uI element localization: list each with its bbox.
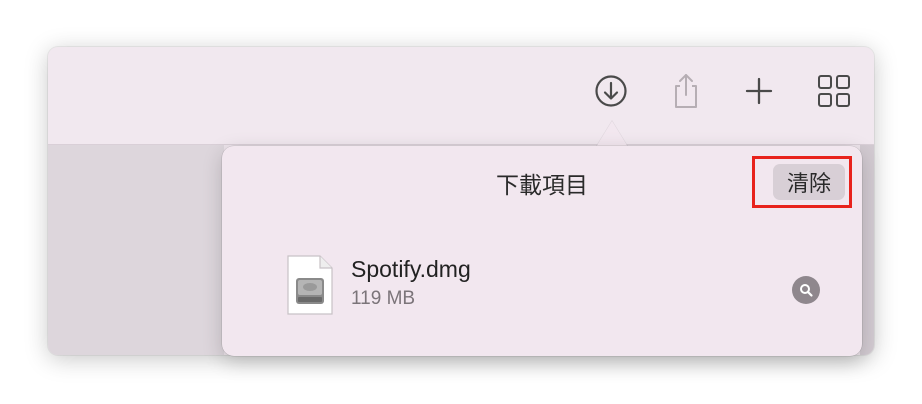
download-file-name: Spotify.dmg bbox=[351, 256, 471, 282]
download-icon bbox=[595, 75, 627, 107]
tab-overview-button[interactable] bbox=[814, 71, 854, 111]
scrollbar[interactable] bbox=[860, 145, 874, 355]
plus-icon bbox=[745, 77, 773, 105]
magnifier-icon bbox=[800, 284, 813, 297]
clear-button-highlight bbox=[752, 156, 852, 208]
toolbar bbox=[48, 47, 874, 145]
share-icon bbox=[675, 74, 697, 108]
share-button[interactable] bbox=[666, 71, 706, 111]
popover-arrow bbox=[596, 121, 628, 147]
page-content-area bbox=[48, 145, 224, 355]
new-tab-button[interactable] bbox=[739, 71, 779, 111]
disk-image-icon bbox=[287, 255, 333, 315]
download-file-size: 119 MB bbox=[351, 288, 416, 309]
show-in-finder-button[interactable] bbox=[792, 276, 820, 304]
tab-overview-icon bbox=[818, 75, 850, 107]
downloads-button[interactable] bbox=[591, 71, 631, 111]
